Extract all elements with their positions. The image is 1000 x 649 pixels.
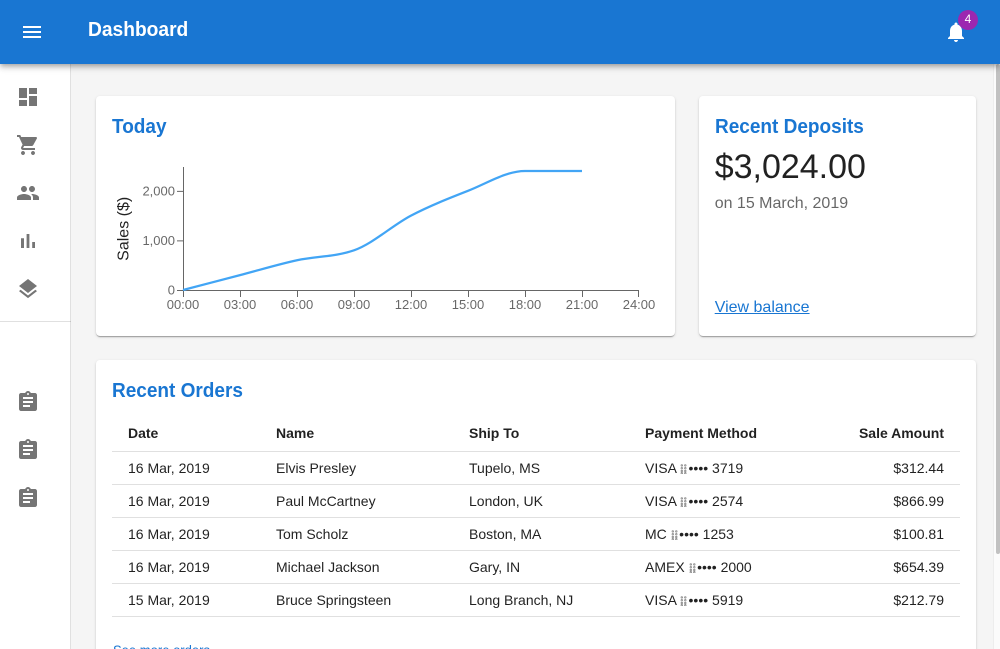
svg-text:2,000: 2,000 [142,183,175,198]
svg-text:18:00: 18:00 [509,297,542,312]
svg-text:Sales ($): Sales ($) [116,197,133,261]
svg-text:03:00: 03:00 [224,297,257,312]
svg-text:06:00: 06:00 [281,297,314,312]
svg-text:24:00: 24:00 [623,297,656,312]
svg-text:1,000: 1,000 [142,233,175,248]
svg-text:15:00: 15:00 [452,297,485,312]
svg-text:12:00: 12:00 [395,297,428,312]
svg-text:00:00: 00:00 [167,297,200,312]
svg-text:0: 0 [168,283,175,298]
svg-text:09:00: 09:00 [338,297,371,312]
svg-text:21:00: 21:00 [566,297,599,312]
